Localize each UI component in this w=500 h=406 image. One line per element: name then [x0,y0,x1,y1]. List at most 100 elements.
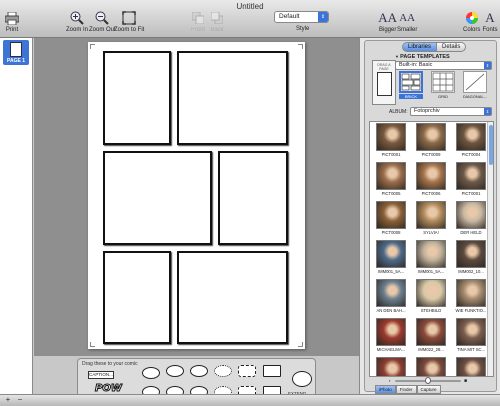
photo-item[interactable]: C+T AM TISCH [412,357,450,376]
pow-lettering-item[interactable]: POW [95,383,123,395]
photo-item[interactable]: PICT0005 [372,162,410,199]
template-set-select[interactable]: Built-in: Basic ⇕ [395,61,492,70]
tab-finder[interactable]: Finder [395,385,417,394]
printer-icon [4,10,20,26]
photo-item[interactable]: IMM002_10... [452,240,490,277]
tab-capture[interactable]: Capture [416,385,441,394]
album-select[interactable]: Fotoprchiv ⇕ [410,107,492,116]
photo-item[interactable]: WIE FUNKTIO... [452,279,490,316]
zoom-to-fit-button[interactable]: Zoom to Fit [114,10,144,33]
large-photo-icon: ■ [463,378,467,384]
photo-caption: IMM022_28... [418,347,444,352]
comic-page[interactable] [88,42,305,349]
photo-item[interactable]: STEHBILD [412,279,450,316]
comic-panel[interactable] [103,251,171,344]
fonts-button[interactable]: A Fonts [482,10,498,33]
page-thumbnail[interactable]: PAGE 1 [3,40,29,65]
photo-item[interactable]: PICT0008 [372,201,410,238]
drag-page-preview[interactable]: DRAG A PAGE [372,60,396,105]
photo-caption: IMM002_10... [458,269,484,274]
back-label: Back [210,27,224,33]
status-bar: + − [0,394,500,406]
photo-caption: PICT0004 [461,152,481,157]
photo-caption: PICT0009 [421,152,441,157]
send-back-icon [209,10,225,26]
remove-page-button[interactable]: − [15,396,25,405]
photo-item[interactable]: PICT0001 [372,123,410,160]
bigger-text-icon: AA [378,10,398,25]
photo-caption: AN DEN BAH... [376,308,406,313]
album-label: ALBUM: [389,109,408,115]
print-button[interactable]: Print [4,10,20,33]
photo-thumbnail [416,357,446,376]
photo-item[interactable]: C+T AM TISCH [372,357,410,376]
photo-item[interactable]: MICHAELMA... [372,318,410,355]
photo-thumbnail [416,279,446,307]
extend-balloon-item[interactable] [292,371,312,387]
photo-item[interactable]: PICT0006 [412,162,450,199]
drawer-panel: Libraries Details PAGE TEMPLATES Built-i… [364,40,497,394]
photo-item[interactable]: IMM001_5A... [412,240,450,277]
photo-item[interactable]: IMM001_5A... [372,240,410,277]
zoom-out-label: Zoom Out [89,27,116,33]
back-button[interactable]: Back [209,10,225,33]
drawer-tabs: Libraries Details [402,42,467,52]
photo-thumbnail [376,201,406,229]
template-brick[interactable]: BRICK [399,71,423,100]
comic-panel[interactable] [103,151,212,245]
speech-balloon-item[interactable] [142,367,160,379]
photo-item[interactable]: TINA MIT SC... [452,318,490,355]
zoom-in-button[interactable]: Zoom In [66,10,88,33]
caption-item[interactable]: CAPTION... [88,371,114,379]
front-button[interactable]: Front [190,10,206,33]
comic-panel[interactable] [177,251,288,344]
slider-knob[interactable] [425,377,431,384]
add-page-button[interactable]: + [3,396,13,405]
photo-item[interactable]: DER HELD [452,201,490,238]
comic-panel[interactable] [177,51,288,145]
template-diagonal[interactable]: DIAGONAL... [463,71,487,100]
photo-item[interactable]: IMM022_28... [412,318,450,355]
bring-front-icon [190,10,206,26]
photo-thumbnail [376,279,406,307]
source-tabs: iPhoto Finder Capture [375,385,441,394]
photo-item[interactable]: PICT0004 [452,123,490,160]
comic-panel[interactable] [103,51,171,145]
bigger-button[interactable]: AA Bigger [378,10,398,33]
style-select[interactable]: Default ⇕ [274,11,329,23]
page-label: PAGE 1 [7,58,25,64]
comic-panel[interactable] [218,151,288,245]
photo-caption: PICT0006 [421,191,441,196]
photo-item[interactable]: PICT0009 [412,123,450,160]
photo-thumbnail [376,162,406,190]
tab-libraries[interactable]: Libraries [402,42,438,52]
photo-item[interactable]: PICT0001 [452,162,490,199]
select-arrows-icon: ⇕ [318,12,328,22]
select-arrows-icon: ⇕ [484,108,491,115]
rect-balloon-item[interactable] [263,365,281,377]
colors-button[interactable]: Colors [463,10,480,33]
shout-balloon-item[interactable] [238,365,256,377]
select-arrows-icon: ⇕ [484,62,491,69]
photo-item[interactable]: C+T BEIM TA... [452,357,490,376]
speech-balloon-item[interactable] [166,365,184,377]
thought-balloon-item[interactable] [214,365,232,377]
photo-caption: PICT0008 [381,230,401,235]
photo-thumbnail [376,240,406,268]
photo-item[interactable]: AN DEN BAH... [372,279,410,316]
smaller-button[interactable]: AA Smaller [397,10,417,33]
scroll-thumb[interactable] [489,125,493,165]
tab-iphoto[interactable]: iPhoto [375,385,396,394]
thumbnail-size-slider[interactable]: ▪ ■ [389,377,467,384]
zoom-out-button[interactable]: Zoom Out [89,10,116,33]
template-grid[interactable]: GRID [431,71,455,100]
photo-scrollbar[interactable] [487,122,493,376]
photo-caption: PICT0001 [461,191,481,196]
photo-thumbnail [416,162,446,190]
photo-caption: IMM001_5A... [377,269,405,274]
speech-balloon-item[interactable] [190,365,208,377]
page-templates-header[interactable]: PAGE TEMPLATES [395,54,450,60]
photo-item[interactable]: SYLVIA! [412,201,450,238]
tab-details[interactable]: Details [437,42,467,52]
style-value: Default [279,13,300,20]
